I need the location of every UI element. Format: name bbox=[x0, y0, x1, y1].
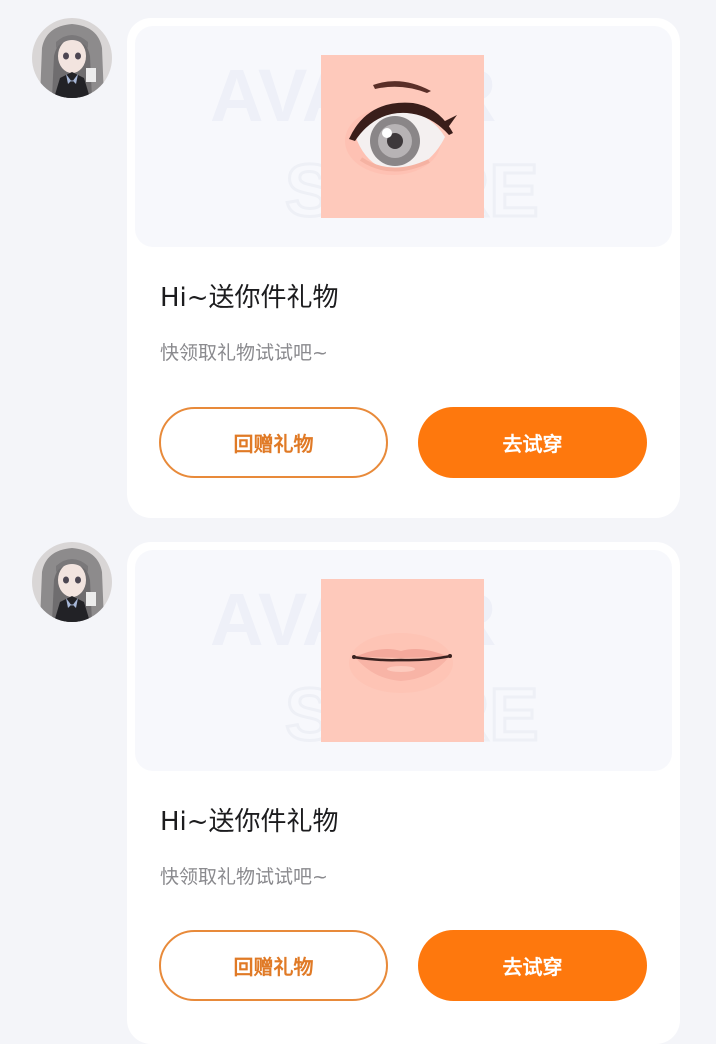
gift-item-thumbnail bbox=[321, 55, 484, 218]
gift-item-thumbnail bbox=[321, 579, 484, 742]
try-on-button[interactable]: 去试穿 bbox=[418, 930, 647, 1001]
eye-makeup-icon bbox=[321, 55, 484, 218]
gift-preview[interactable]: AVATAR STORE bbox=[135, 26, 672, 247]
return-gift-button[interactable]: 回赠礼物 bbox=[159, 407, 388, 478]
gift-card: AVATAR STORE Hi~送你件礼物 bbox=[127, 542, 680, 1044]
gift-message-feed: AVATAR STORE bbox=[0, 0, 716, 1044]
gift-subtitle: 快领取礼物试试吧~ bbox=[160, 342, 328, 364]
try-on-button[interactable]: 去试穿 bbox=[418, 407, 647, 478]
gift-subtitle: 快领取礼物试试吧~ bbox=[160, 866, 328, 888]
gift-title: Hi~送你件礼物 bbox=[160, 807, 339, 837]
anime-girl-avatar-icon bbox=[32, 542, 112, 622]
sender-avatar[interactable] bbox=[32, 542, 112, 622]
gift-card: AVATAR STORE bbox=[127, 18, 680, 518]
return-gift-button[interactable]: 回赠礼物 bbox=[159, 930, 388, 1001]
sender-avatar[interactable] bbox=[32, 18, 112, 98]
lips-makeup-icon bbox=[321, 579, 484, 742]
anime-girl-avatar-icon bbox=[32, 18, 112, 98]
gift-title: Hi~送你件礼物 bbox=[160, 283, 339, 313]
gift-preview[interactable]: AVATAR STORE bbox=[135, 550, 672, 771]
